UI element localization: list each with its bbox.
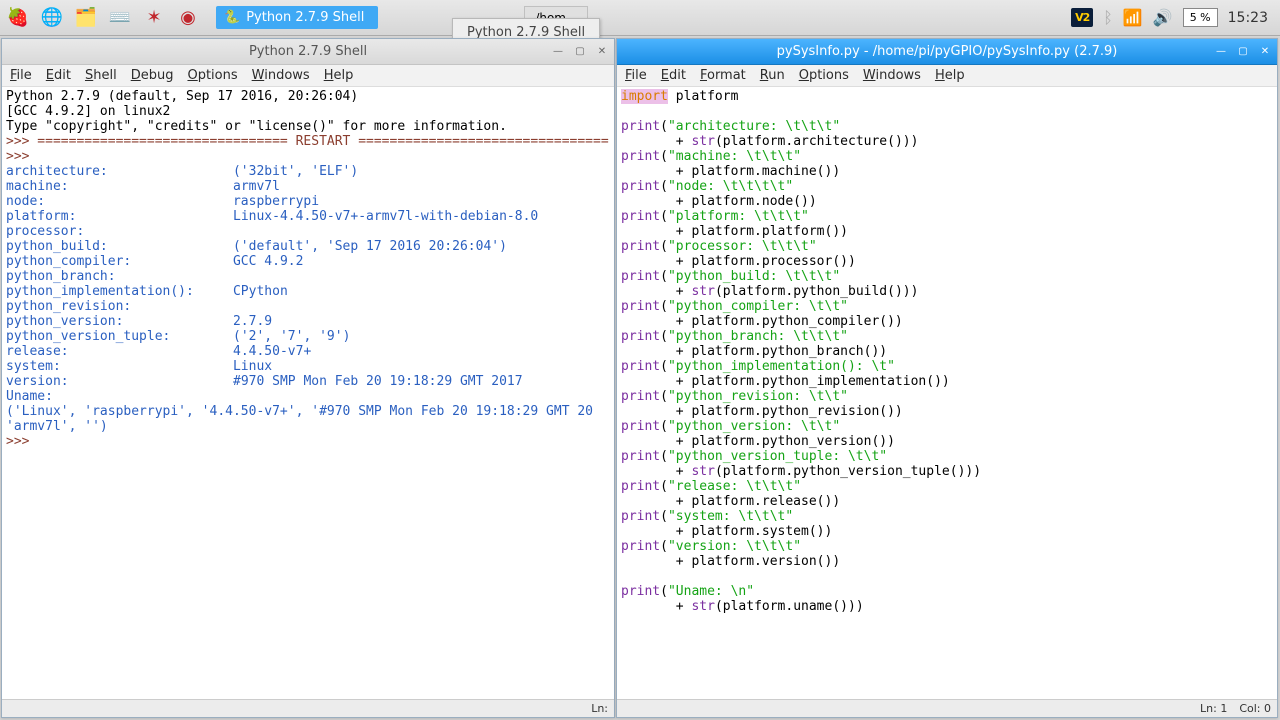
browser-icon[interactable]: 🌐 — [38, 4, 66, 32]
editor-title: pySysInfo.py - /home/pi/pyGPIO/pySysInfo… — [777, 44, 1118, 59]
menu-edit[interactable]: Edit — [46, 68, 71, 83]
shell-menubar: File Edit Shell Debug Options Windows Help — [2, 65, 614, 87]
menu-options[interactable]: Options — [187, 68, 237, 83]
volume-icon[interactable]: 🔊 — [1153, 8, 1173, 27]
editor-status-ln: Ln: 1 — [1200, 702, 1227, 715]
menu-windows[interactable]: Windows — [252, 68, 310, 83]
menu-file[interactable]: File — [10, 68, 32, 83]
editor-status-col: Col: 0 — [1239, 702, 1271, 715]
shell-output-area[interactable]: Python 2.7.9 (default, Sep 17 2016, 20:2… — [2, 87, 614, 699]
editor-menubar: File Edit Format Run Options Windows Help — [617, 65, 1277, 87]
menu-run[interactable]: Run — [760, 68, 785, 83]
shell-titlebar[interactable]: Python 2.7.9 Shell — ▢ ✕ — [2, 39, 614, 65]
menu-shell[interactable]: Shell — [85, 68, 117, 83]
menu-help[interactable]: Help — [935, 68, 965, 83]
taskbar: 🍓 🌐 🗂️ ⌨️ ✶ ◉ 🐍 Python 2.7.9 Shell /hom.… — [0, 0, 1280, 36]
mathematica-icon[interactable]: ✶ — [140, 4, 168, 32]
editor-code-area[interactable]: import platform print("architecture: \t\… — [617, 87, 1277, 699]
maximize-button[interactable]: ▢ — [1235, 45, 1251, 59]
clock: 15:23 — [1228, 10, 1268, 26]
menu-file[interactable]: File — [625, 68, 647, 83]
system-tray: V2 ᛒ 📶 🔊 5 % 15:23 — [1071, 8, 1276, 27]
menu-options[interactable]: Options — [799, 68, 849, 83]
python-shell-window: Python 2.7.9 Shell — ▢ ✕ File Edit Shell De… — [1, 38, 615, 718]
terminal-icon[interactable]: ⌨️ — [106, 4, 134, 32]
wolfram-icon[interactable]: ◉ — [174, 4, 202, 32]
menu-debug[interactable]: Debug — [131, 68, 174, 83]
shell-status-ln: Ln: — [591, 702, 608, 715]
close-button[interactable]: ✕ — [1257, 45, 1273, 59]
editor-window: pySysInfo.py - /home/pi/pyGPIO/pySysInfo… — [616, 38, 1278, 718]
python-icon: 🐍 — [224, 10, 240, 25]
vnc-icon[interactable]: V2 — [1071, 8, 1093, 27]
minimize-button[interactable]: — — [550, 45, 566, 59]
battery-indicator[interactable]: 5 % — [1183, 8, 1218, 27]
maximize-button[interactable]: ▢ — [572, 45, 588, 59]
editor-statusbar: Ln: 1 Col: 0 — [617, 699, 1277, 717]
menu-format[interactable]: Format — [700, 68, 746, 83]
minimize-button[interactable]: — — [1213, 45, 1229, 59]
raspberry-menu-icon[interactable]: 🍓 — [4, 4, 32, 32]
menu-help[interactable]: Help — [324, 68, 354, 83]
close-button[interactable]: ✕ — [594, 45, 610, 59]
taskbar-app-label: Python 2.7.9 Shell — [246, 10, 364, 25]
filemanager-icon[interactable]: 🗂️ — [72, 4, 100, 32]
editor-titlebar[interactable]: pySysInfo.py - /home/pi/pyGPIO/pySysInfo… — [617, 39, 1277, 65]
shell-title: Python 2.7.9 Shell — [249, 44, 367, 59]
wifi-icon[interactable]: 📶 — [1123, 8, 1143, 27]
menu-windows[interactable]: Windows — [863, 68, 921, 83]
shell-statusbar: Ln: — [2, 699, 614, 717]
taskbar-app-python-shell[interactable]: 🐍 Python 2.7.9 Shell — [216, 6, 378, 29]
bluetooth-icon[interactable]: ᛒ — [1103, 8, 1113, 27]
menu-edit[interactable]: Edit — [661, 68, 686, 83]
